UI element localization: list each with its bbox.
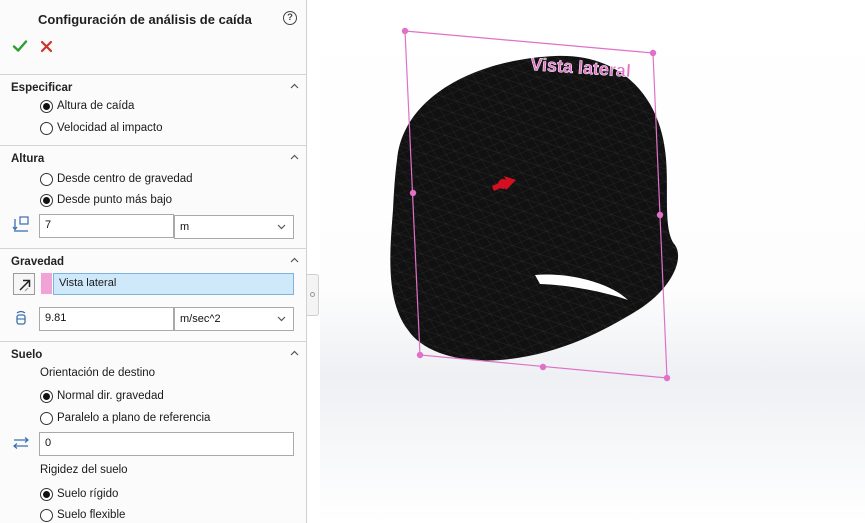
helmet-model[interactable] bbox=[390, 55, 679, 361]
section-header-gravedad[interactable]: Gravedad bbox=[0, 249, 306, 271]
radio-label: Normal dir. gravedad bbox=[57, 390, 164, 402]
radio-altura-de-caida[interactable]: Altura de caída bbox=[40, 98, 134, 114]
height-unit-select[interactable]: m bbox=[174, 215, 294, 239]
height-dimension-icon bbox=[12, 216, 29, 232]
radio-suelo-flexible[interactable]: Suelo flexible bbox=[40, 507, 125, 523]
radio-desde-punto-mas-bajo[interactable]: Desde punto más bajo bbox=[40, 192, 172, 208]
reverse-direction-icon bbox=[19, 279, 31, 292]
panel-collapse-tab[interactable] bbox=[307, 274, 319, 316]
gravity-reference-field[interactable]: Vista lateral bbox=[53, 273, 294, 295]
panel-header: Configuración de análisis de caída ? bbox=[0, 0, 306, 72]
radio-normal-dir-gravedad[interactable]: Normal dir. gravedad bbox=[40, 388, 164, 404]
chevron-up-icon[interactable] bbox=[290, 83, 299, 89]
section-header-suelo[interactable]: Suelo bbox=[0, 342, 306, 364]
gravity-unit-value: m/sec^2 bbox=[180, 313, 221, 325]
radio-label: Velocidad al impacto bbox=[57, 122, 163, 134]
reverse-direction-button[interactable] bbox=[13, 273, 35, 295]
check-icon[interactable] bbox=[12, 38, 28, 54]
radio-label: Desde centro de gravedad bbox=[57, 173, 193, 185]
scene-canvas: Vista lateral bbox=[390, 27, 679, 382]
section-header-altura[interactable]: Altura bbox=[0, 146, 306, 168]
property-manager-panel: Configuración de análisis de caída ? Esp… bbox=[0, 0, 307, 523]
chevron-down-icon bbox=[277, 316, 286, 322]
radio-desde-centro-de-gravedad[interactable]: Desde centro de gravedad bbox=[40, 171, 193, 187]
offset-icon bbox=[13, 437, 29, 449]
help-icon[interactable]: ? bbox=[283, 11, 297, 25]
graphics-viewport[interactable]: Vista lateral bbox=[320, 0, 865, 523]
radio-button[interactable] bbox=[40, 172, 53, 186]
height-value-input[interactable]: 7 bbox=[39, 214, 174, 238]
gravity-unit-select[interactable]: m/sec^2 bbox=[174, 307, 294, 331]
section-title: Gravedad bbox=[11, 256, 65, 268]
radio-label: Paralelo a plano de referencia bbox=[57, 412, 211, 424]
radio-button[interactable] bbox=[40, 121, 53, 135]
section-title: Altura bbox=[11, 153, 45, 165]
offset-value-input[interactable]: 0 bbox=[39, 432, 294, 456]
radio-velocidad-al-impacto[interactable]: Velocidad al impacto bbox=[40, 120, 162, 136]
chevron-up-icon[interactable] bbox=[290, 154, 299, 160]
gravity-value-input[interactable]: 9.81 bbox=[39, 307, 174, 331]
radio-label: Desde punto más bajo bbox=[57, 194, 173, 206]
stiffness-label: Rigidez del suelo bbox=[40, 464, 128, 476]
chevron-up-icon[interactable] bbox=[290, 350, 299, 356]
section-title: Especificar bbox=[11, 82, 73, 94]
radio-button[interactable] bbox=[40, 389, 53, 403]
close-icon[interactable] bbox=[40, 40, 53, 53]
radio-button[interactable] bbox=[40, 487, 53, 501]
radio-button[interactable] bbox=[40, 411, 53, 425]
chevron-up-icon[interactable] bbox=[290, 257, 299, 263]
radio-button[interactable] bbox=[40, 193, 53, 207]
radio-label: Suelo rígido bbox=[57, 488, 119, 500]
radio-paralelo-a-plano[interactable]: Paralelo a plano de referencia bbox=[40, 410, 210, 426]
section-title: Suelo bbox=[11, 349, 43, 361]
section-header-especificar[interactable]: Especificar bbox=[0, 75, 306, 97]
height-unit-value: m bbox=[180, 221, 190, 233]
orientation-label: Orientación de destino bbox=[40, 367, 156, 379]
radio-suelo-rigido[interactable]: Suelo rígido bbox=[40, 486, 118, 502]
chevron-down-icon bbox=[277, 224, 286, 230]
radio-label: Suelo flexible bbox=[57, 509, 126, 521]
radio-button[interactable] bbox=[40, 508, 53, 522]
radio-label: Altura de caída bbox=[57, 100, 135, 112]
reference-color-swatch bbox=[41, 273, 52, 294]
panel-title: Configuración de análisis de caída bbox=[38, 12, 252, 27]
radio-button[interactable] bbox=[40, 99, 53, 113]
gravity-value-icon bbox=[16, 310, 26, 325]
